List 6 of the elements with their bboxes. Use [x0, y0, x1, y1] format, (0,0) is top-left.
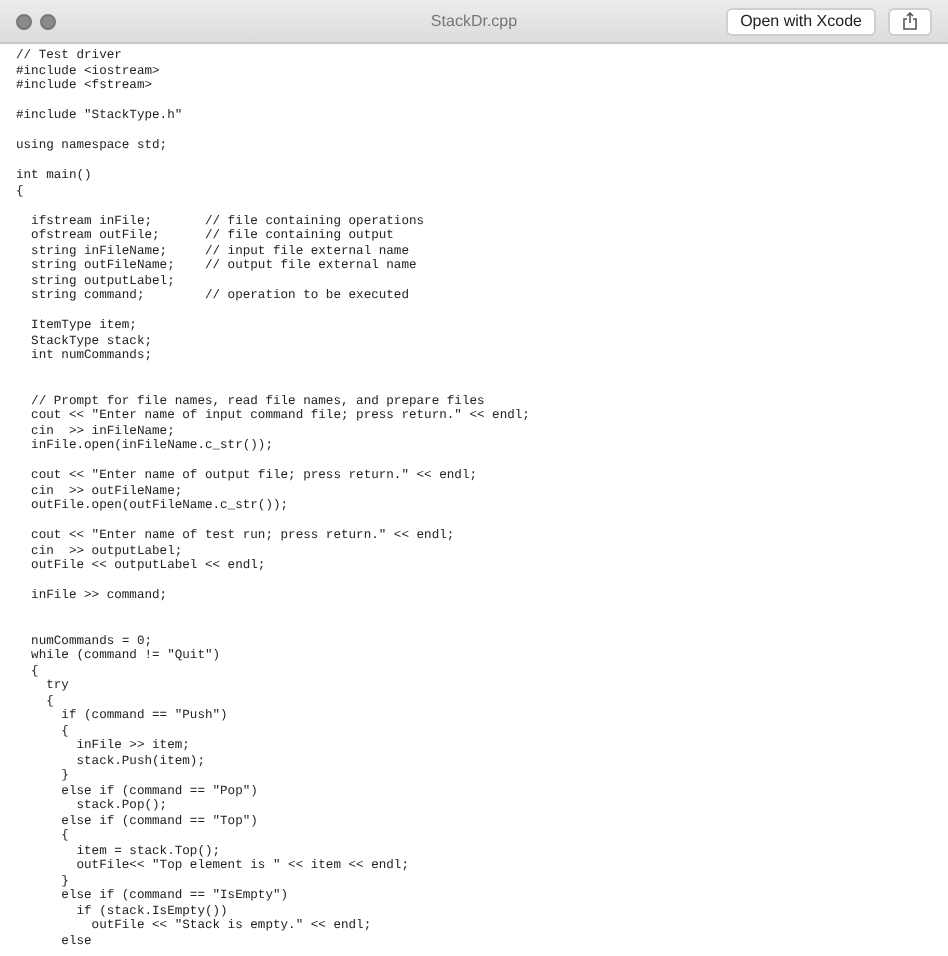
close-icon[interactable] — [16, 13, 32, 29]
share-button[interactable] — [888, 7, 932, 35]
fullscreen-icon[interactable] — [40, 13, 56, 29]
share-icon — [902, 12, 918, 30]
open-with-xcode-button[interactable]: Open with Xcode — [726, 7, 876, 35]
window-title: StackDr.cpp — [430, 9, 518, 33]
